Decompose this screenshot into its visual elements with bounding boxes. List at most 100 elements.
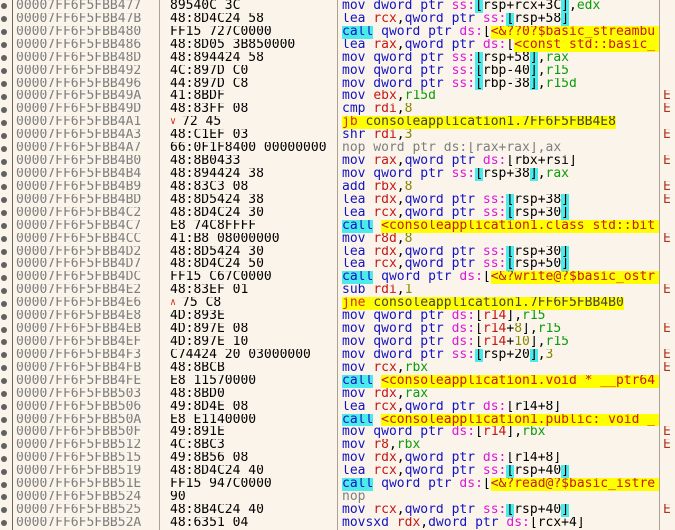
- breakpoint-dot[interactable]: [1, 287, 7, 294]
- disasm-row[interactable]: 00007FF6F5FBB525 48:8B4C24 40 mov rcx, qwor…: [0, 503, 675, 517]
- breakpoint-dot[interactable]: [1, 300, 7, 307]
- breakpoint-dot[interactable]: [1, 68, 7, 75]
- disasm-row[interactable]: 00007FF6F5FBB4CC 41:B8 08000000 mov r8d, 8 E: [0, 232, 675, 246]
- disasm-row[interactable]: 00007FF6F5FBB4E8 4D:893E mov qword ptr ds:…: [0, 310, 675, 324]
- disasm-row[interactable]: 00007FF6F5FBB4C2 48:8D4C24 30 lea rcx, qwor…: [0, 206, 675, 220]
- breakpoint-dot[interactable]: [1, 352, 7, 359]
- disasm-row[interactable]: 00007FF6F5FBB4E2 48:83EF 01 sub rdi, 1 E: [0, 284, 675, 298]
- disasm-row[interactable]: 00007FF6F5FBB503 48:8BD0 mov rdx, rax: [0, 387, 675, 401]
- disasm-row[interactable]: 00007FF6F5FBB50A E8 E1140000 call <console…: [0, 413, 675, 427]
- breakpoint-dot[interactable]: [1, 80, 7, 87]
- breakpoint-dot[interactable]: [1, 416, 7, 423]
- disasm-row[interactable]: 00007FF6F5FBB506 49:8D4E 08 lea rcx, qword …: [0, 400, 675, 414]
- disasm-row[interactable]: 00007FF6F5FBB524 90 nop: [0, 491, 675, 504]
- disasm-row[interactable]: 00007FF6F5FBB4D7 48:8D4C24 50 lea rcx, qwor…: [0, 258, 675, 272]
- breakpoint-dot[interactable]: [1, 339, 7, 346]
- disasm-row[interactable]: 00007FF6F5FBB4C7 E8 74C8FFFF call <console…: [0, 219, 675, 233]
- breakpoint-dot[interactable]: [1, 481, 7, 488]
- comment-cell: E: [663, 323, 671, 336]
- breakpoint-dot[interactable]: [1, 3, 7, 10]
- disasm-row[interactable]: 00007FF6F5FBB51E FF15 947C0000 call qword …: [0, 478, 675, 492]
- disasm-row[interactable]: 00007FF6F5FBB4EF 4D:897E 10 mov qword ptr …: [0, 335, 675, 349]
- instruction-token: edx: [576, 0, 601, 13]
- breakpoint-dot[interactable]: [1, 248, 7, 255]
- breakpoint-dot[interactable]: [1, 119, 7, 126]
- breakpoint-dot[interactable]: [1, 171, 7, 178]
- disasm-row[interactable]: 00007FF6F5FBB4A7 66:0F1F8400 00000000 nop …: [0, 142, 675, 156]
- breakpoint-dot[interactable]: [1, 326, 7, 333]
- breakpoint-dot[interactable]: [1, 106, 7, 113]
- breakpoint-dot[interactable]: [1, 210, 7, 217]
- bytes-text: 48:8B0433: [170, 155, 241, 168]
- breakpoint-dot[interactable]: [1, 236, 7, 243]
- breakpoint-dot[interactable]: [1, 42, 7, 49]
- disasm-row[interactable]: 00007FF6F5FBB47B 48:8D4C24 58 lea rcx, qwor…: [0, 12, 675, 26]
- breakpoint-dot[interactable]: [1, 93, 7, 100]
- disasm-row[interactable]: 00007FF6F5FBB477 89540C 3C mov dword ptr s…: [0, 0, 675, 13]
- disasm-row[interactable]: 00007FF6F5FBB519 48:8D4C24 40 lea rcx, qwor…: [0, 465, 675, 479]
- comment-cell: [660, 142, 675, 155]
- breakpoint-dot[interactable]: [1, 261, 7, 268]
- breakpoint-dot[interactable]: [1, 197, 7, 204]
- instruction-token: [: [482, 271, 491, 285]
- disasm-row[interactable]: 00007FF6F5FBB48D 48:894424 58 mov qword pt…: [0, 51, 675, 65]
- disasm-row[interactable]: 00007FF6F5FBB4BD 48:8D5424 38 lea rdx, qwor…: [0, 193, 675, 207]
- breakpoint-dot[interactable]: [1, 391, 7, 398]
- breakpoint-dot[interactable]: [1, 468, 7, 475]
- instruction-token: 8: [404, 103, 413, 117]
- disasm-row[interactable]: 00007FF6F5FBB4DC FF15 C67C0000 call qword …: [0, 271, 675, 285]
- breakpoint-dot[interactable]: [1, 16, 7, 23]
- disasm-row[interactable]: 00007FF6F5FBB492 4C:897D C0 mov qword ptr …: [0, 64, 675, 78]
- breakpoint-dot[interactable]: [1, 145, 7, 152]
- address-cell: 00007FF6F5FBB4FE: [13, 374, 160, 388]
- disassembly-view[interactable]: 00007FF6F5FBB477 89540C 3C mov dword ptr s…: [0, 0, 675, 530]
- disasm-row[interactable]: 00007FF6F5FBB4A3 48:C1EF 03 shr rdi, 3 E: [0, 129, 675, 143]
- instruction-token: ]: [529, 348, 538, 362]
- disasm-row[interactable]: 00007FF6F5FBB4FB 48:8BCB mov rcx, rbx E: [0, 361, 675, 375]
- instruction-token: qword ptr: [381, 271, 460, 285]
- breakpoint-dot[interactable]: [1, 494, 7, 501]
- breakpoint-dot[interactable]: [1, 365, 7, 372]
- breakpoint-dot[interactable]: [1, 404, 7, 411]
- disasm-row[interactable]: 00007FF6F5FBB49D 48:83FF 08 cmp rdi, 8 E: [0, 103, 675, 117]
- disasm-row[interactable]: 00007FF6F5FBB50F 49:891E mov qword ptr ds:…: [0, 426, 675, 440]
- disasm-row[interactable]: 00007FF6F5FBB486 48:8D05 3B850000 lea rax,…: [0, 38, 675, 52]
- disasm-row[interactable]: 00007FF6F5FBB512 4C:8BC3 mov r8, rbx E: [0, 439, 675, 453]
- disasm-row[interactable]: 00007FF6F5FBB49A 41:8BDF mov ebx, r15d E: [0, 90, 675, 104]
- disasm-row[interactable]: 00007FF6F5FBB480 FF15 727C0000 call qword …: [0, 25, 675, 39]
- breakpoint-dot[interactable]: [1, 378, 7, 385]
- disasm-row[interactable]: 00007FF6F5FBB4B9 48:83C3 08 add rbx, 8 E: [0, 180, 675, 194]
- gutter-cell: [0, 142, 13, 156]
- instruction-token: ss:: [482, 503, 507, 517]
- breakpoint-dot[interactable]: [1, 29, 7, 36]
- disasm-row[interactable]: 00007FF6F5FBB515 49:8B56 08 mov rdx, qword …: [0, 452, 675, 466]
- breakpoint-dot[interactable]: [1, 132, 7, 139]
- disasm-row[interactable]: 00007FF6F5FBB4B4 48:894424 38 mov qword pt…: [0, 167, 675, 181]
- disasm-row[interactable]: 00007FF6F5FBB4A1 ∨ 72 45 jb consoleapplica…: [0, 116, 675, 130]
- disasm-row[interactable]: 00007FF6F5FBB52A 48:6351 04 movsxd rdx, dwo…: [0, 516, 675, 530]
- breakpoint-dot[interactable]: [1, 313, 7, 320]
- bytes-cell: 41:B8 08000000: [160, 233, 337, 246]
- breakpoint-dot[interactable]: [1, 442, 7, 449]
- breakpoint-dot[interactable]: [1, 520, 7, 527]
- breakpoint-dot[interactable]: [1, 158, 7, 165]
- breakpoint-dot[interactable]: [1, 55, 7, 62]
- breakpoint-dot[interactable]: [1, 455, 7, 462]
- instruction-token: rdi: [373, 129, 397, 143]
- instruction-cell: mov rcx, qword ptr ss:[rsp+40]: [337, 503, 660, 517]
- disasm-row[interactable]: 00007FF6F5FBB4D2 48:8D5424 30 lea rdx, qwor…: [0, 245, 675, 259]
- gutter-cell: [0, 503, 13, 517]
- disasm-row[interactable]: 00007FF6F5FBB4E6 ∧ 75 C8 jne consoleapplic…: [0, 297, 675, 311]
- breakpoint-dot[interactable]: [1, 184, 7, 191]
- disasm-row[interactable]: 00007FF6F5FBB4F3 C74424 20 03000000 mov dw…: [0, 348, 675, 362]
- disasm-row[interactable]: 00007FF6F5FBB496 44:897D C8 mov dword ptr …: [0, 77, 675, 91]
- disasm-row[interactable]: 00007FF6F5FBB4EB 4D:897E 08 mov qword ptr …: [0, 323, 675, 336]
- disasm-row[interactable]: 00007FF6F5FBB4B0 48:8B0433 mov rax, qword p…: [0, 155, 675, 168]
- breakpoint-dot[interactable]: [1, 223, 7, 230]
- breakpoint-dot[interactable]: [1, 429, 7, 436]
- disasm-row[interactable]: 00007FF6F5FBB4FE E8 11570000 call <console…: [0, 374, 675, 388]
- bytes-cell: 4D:897E 10: [160, 336, 337, 349]
- breakpoint-dot[interactable]: [1, 274, 7, 281]
- breakpoint-dot[interactable]: [1, 507, 7, 514]
- instruction-cell: mov r8, rbx: [337, 439, 660, 453]
